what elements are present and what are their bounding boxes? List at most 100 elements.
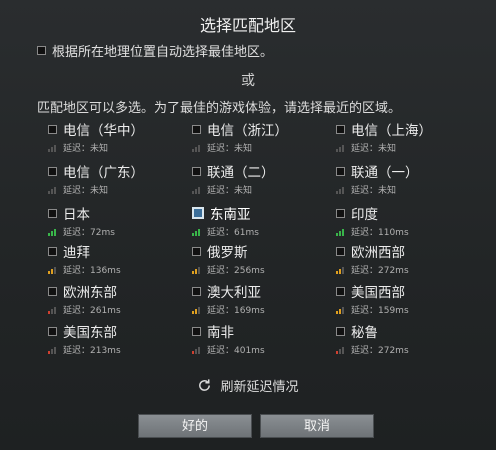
region-name-row[interactable]: 欧洲西部 <box>336 242 476 261</box>
region-checkbox[interactable] <box>192 246 201 256</box>
region-option[interactable]: 澳大利亚延迟：169ms <box>192 282 332 320</box>
region-latency-text: 延迟：未知 <box>207 186 253 196</box>
region-checkbox[interactable] <box>192 166 201 176</box>
signal-bars-icon <box>192 186 204 194</box>
region-option[interactable]: 联通（一） 延迟：未知 <box>336 162 476 200</box>
region-option[interactable]: 秘鲁延迟：272ms <box>336 322 476 360</box>
signal-bars-icon <box>336 186 348 194</box>
region-label: 电信（广东） <box>63 165 144 181</box>
region-name-row[interactable]: 俄罗斯 <box>192 242 332 261</box>
region-name-row[interactable]: 美国东部 <box>48 322 188 341</box>
region-checkbox[interactable] <box>192 207 204 219</box>
region-option[interactable]: 东南亚延迟：61ms <box>192 204 332 242</box>
region-latency: 延迟：213ms <box>48 343 188 356</box>
region-grid: 电信（华中） 延迟：未知 电信（浙江） 延迟：未知 电信（上海） 延迟：未知 电信（广东）延… <box>48 120 488 370</box>
auto-select-option[interactable]: 根据所在地理位置自动选择最佳地区。 <box>37 41 273 60</box>
region-option[interactable]: 欧洲东部延迟：261ms <box>48 282 188 320</box>
signal-bars-icon <box>336 266 348 274</box>
region-name-row[interactable]: 联通（一） <box>336 162 476 181</box>
signal-bars-icon <box>192 144 204 152</box>
region-checkbox[interactable] <box>336 286 345 296</box>
region-label: 秘鲁 <box>351 325 378 341</box>
region-name-row[interactable]: 电信（华中） <box>48 120 188 139</box>
region-checkbox[interactable] <box>336 124 345 134</box>
region-checkbox[interactable] <box>192 286 201 296</box>
region-option[interactable]: 印度延迟：110ms <box>336 204 476 242</box>
region-latency-text: 延迟：72ms <box>63 228 115 238</box>
region-label: 东南亚 <box>210 207 251 223</box>
region-option[interactable]: 电信（华中） 延迟：未知 <box>48 120 188 158</box>
region-name-row[interactable]: 澳大利亚 <box>192 282 332 301</box>
region-dialog: 选择匹配地区 根据所在地理位置自动选择最佳地区。 或 匹配地区可以多选。为了最佳… <box>0 0 496 450</box>
region-name-row[interactable]: 联通（二） <box>192 162 332 181</box>
region-name-row[interactable]: 日本 <box>48 204 188 223</box>
region-option[interactable]: 俄罗斯延迟：256ms <box>192 242 332 280</box>
region-latency: 延迟：未知 <box>192 141 332 154</box>
signal-bars-icon <box>336 306 348 314</box>
region-latency: 延迟：未知 <box>336 183 476 196</box>
region-name-row[interactable]: 电信（广东） <box>48 162 188 181</box>
refresh-latency-link[interactable]: 刷新延迟情况 <box>0 376 496 395</box>
region-label: 电信（上海） <box>351 123 432 139</box>
region-option[interactable]: 迪拜 延迟：136ms <box>48 242 188 280</box>
region-latency-text: 延迟：未知 <box>63 186 109 196</box>
region-latency: 延迟：未知 <box>48 183 188 196</box>
region-checkbox[interactable] <box>48 124 57 134</box>
region-option[interactable]: 联通（二） 延迟：未知 <box>192 162 332 200</box>
region-checkbox[interactable] <box>48 286 57 296</box>
region-latency-text: 延迟：401ms <box>207 346 265 356</box>
region-latency-text: 延迟：169ms <box>207 306 265 316</box>
region-latency: 延迟：110ms <box>336 225 476 238</box>
signal-bars-icon <box>336 228 348 236</box>
region-checkbox[interactable] <box>48 208 57 218</box>
refresh-icon <box>199 379 211 391</box>
region-name-row[interactable]: 欧洲东部 <box>48 282 188 301</box>
region-checkbox[interactable] <box>192 124 201 134</box>
region-checkbox[interactable] <box>336 208 345 218</box>
region-option[interactable]: 电信（广东） 延迟：未知 <box>48 162 188 200</box>
cancel-button[interactable]: 取消 <box>260 414 374 438</box>
auto-select-label: 根据所在地理位置自动选择最佳地区。 <box>52 45 274 60</box>
region-label: 日本 <box>63 207 90 223</box>
region-option[interactable]: 电信（浙江） 延迟：未知 <box>192 120 332 158</box>
region-name-row[interactable]: 美国西部 <box>336 282 476 301</box>
region-checkbox[interactable] <box>48 246 57 256</box>
region-label: 联通（二） <box>207 165 275 181</box>
region-label: 美国西部 <box>351 285 405 301</box>
signal-bars-icon <box>192 306 204 314</box>
region-option[interactable]: 欧洲西部 延迟：272ms <box>336 242 476 280</box>
signal-bars-icon <box>48 228 60 236</box>
region-checkbox[interactable] <box>48 166 57 176</box>
region-name-row[interactable]: 印度 <box>336 204 476 223</box>
region-name-row[interactable]: 南非 <box>192 322 332 341</box>
region-name-row[interactable]: 电信（上海） <box>336 120 476 139</box>
signal-bars-icon <box>48 346 60 354</box>
region-label: 美国东部 <box>63 325 117 341</box>
region-option[interactable]: 南非延迟：401ms <box>192 322 332 360</box>
region-checkbox[interactable] <box>336 166 345 176</box>
region-option[interactable]: 电信（上海） 延迟：未知 <box>336 120 476 158</box>
auto-select-checkbox[interactable] <box>37 46 46 55</box>
region-option[interactable]: 美国东部延迟：213ms <box>48 322 188 360</box>
region-latency: 延迟：61ms <box>192 225 332 238</box>
region-label: 俄罗斯 <box>207 245 248 261</box>
region-checkbox[interactable] <box>192 326 201 336</box>
region-latency: 延迟：256ms <box>192 263 332 276</box>
or-separator: 或 <box>241 73 255 89</box>
signal-bars-icon <box>336 346 348 354</box>
region-name-row[interactable]: 电信（浙江） <box>192 120 332 139</box>
region-option[interactable]: 日本延迟：72ms <box>48 204 188 242</box>
region-latency-text: 延迟：272ms <box>351 346 409 356</box>
region-latency: 延迟：401ms <box>192 343 332 356</box>
region-checkbox[interactable] <box>48 326 57 336</box>
region-checkbox[interactable] <box>336 326 345 336</box>
region-latency-text: 延迟：未知 <box>207 144 253 154</box>
region-option[interactable]: 美国西部 延迟：159ms <box>336 282 476 320</box>
region-name-row[interactable]: 秘鲁 <box>336 322 476 341</box>
region-name-row[interactable]: 东南亚 <box>192 204 332 223</box>
region-name-row[interactable]: 迪拜 <box>48 242 188 261</box>
region-checkbox[interactable] <box>336 246 345 256</box>
region-label: 迪拜 <box>63 245 90 261</box>
ok-button[interactable]: 好的 <box>138 414 252 438</box>
region-latency: 延迟：261ms <box>48 303 188 316</box>
